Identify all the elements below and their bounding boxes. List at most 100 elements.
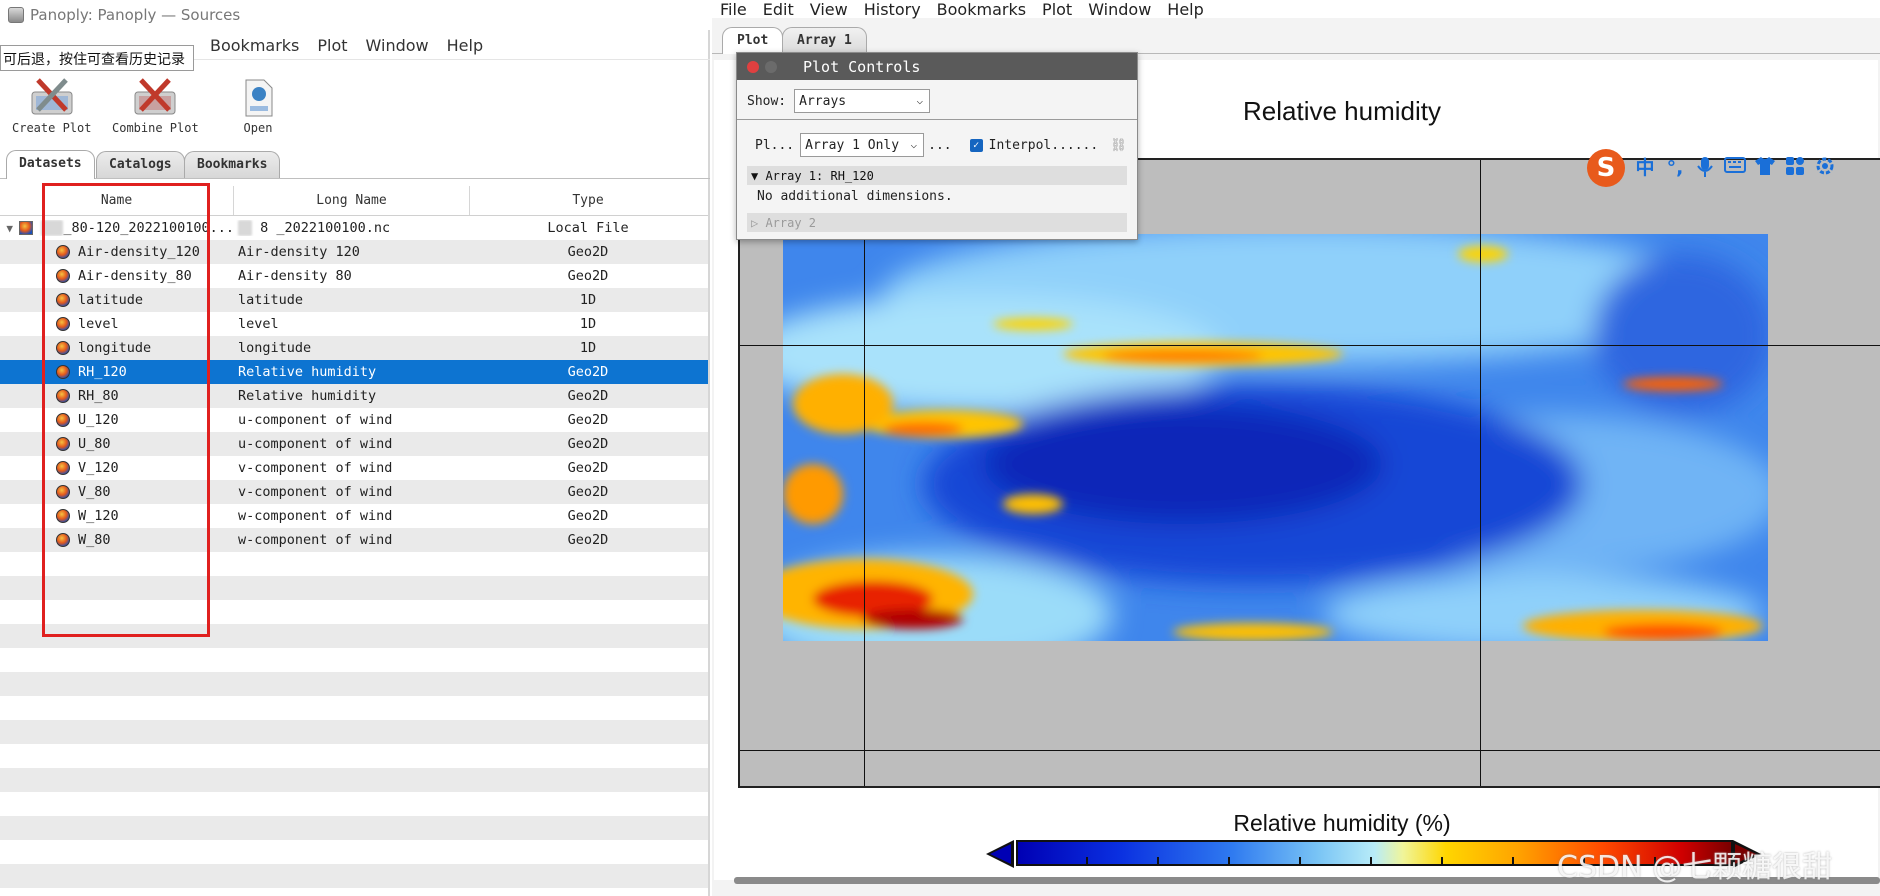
settings-icon[interactable]: [1813, 156, 1837, 180]
colorbar-tick: [1157, 857, 1159, 864]
plot-controls-titlebar[interactable]: Plot Controls: [737, 53, 1137, 80]
variable-long-name: w-component of wind: [238, 532, 393, 548]
punctuation-icon[interactable]: °,: [1663, 156, 1687, 180]
colorbar-tick: [1228, 857, 1230, 864]
window-title: Panoply: Panoply — Sources: [30, 6, 241, 24]
create-plot-button[interactable]: Create Plot: [12, 76, 91, 135]
interpolate-label: Interpol......: [988, 137, 1099, 153]
close-dot-icon[interactable]: [747, 60, 759, 73]
divider: [737, 119, 1137, 120]
array-2-section-header[interactable]: ▷ Array 2: [747, 213, 1127, 232]
plot-controls-dialog[interactable]: Plot Controls Show: Arrays ⌵ Pl... Array…: [736, 52, 1138, 240]
empty-row: [0, 720, 708, 744]
variable-type: Geo2D: [567, 388, 609, 404]
empty-row: [0, 696, 708, 720]
tab-bookmarks[interactable]: Bookmarks: [184, 151, 281, 178]
variable-long-name: Air-density 80: [238, 268, 352, 284]
empty-row: [0, 672, 708, 696]
menu-window[interactable]: Window: [366, 36, 429, 55]
gridline: [1480, 160, 1481, 786]
empty-row: [0, 816, 708, 840]
chevron-down-icon: ⌵: [916, 94, 924, 107]
menu-plot[interactable]: Plot: [1042, 0, 1072, 19]
variable-long-name: w-component of wind: [238, 508, 393, 524]
link-icon[interactable]: ⛓: [1110, 138, 1127, 153]
tab-plot[interactable]: Plot: [722, 27, 784, 54]
variable-type: 1D: [579, 292, 597, 308]
variable-type: Geo2D: [567, 460, 609, 476]
show-label: Show:: [747, 93, 787, 109]
combine-plot-button[interactable]: Combine Plot: [112, 76, 199, 135]
menu-bookmarks[interactable]: Bookmarks: [937, 0, 1026, 19]
combine-plot-label: Combine Plot: [112, 121, 199, 135]
colorbar-under-fill: [990, 844, 1011, 864]
chevron-down-icon: ⌵: [910, 138, 918, 151]
variable-long-name: u-component of wind: [238, 412, 393, 428]
sogou-logo-icon[interactable]: S: [1587, 149, 1625, 187]
watermark-text: CSDN @七颗糖很甜: [1557, 850, 1833, 885]
no-dimensions-text: No additional dimensions.: [757, 189, 953, 204]
array-1-section-header[interactable]: ▼ Array 1: RH_120: [747, 166, 1127, 185]
plot-array-dropdown[interactable]: Array 1 Only ⌵: [800, 133, 925, 157]
gridline: [864, 160, 865, 786]
collapse-icon[interactable]: ▼: [0, 222, 19, 235]
variable-type: Geo2D: [567, 268, 609, 284]
tab-catalogs[interactable]: Catalogs: [96, 151, 185, 178]
colorbar-tick: [1299, 857, 1301, 864]
colorbar-tick: [1370, 857, 1372, 864]
column-type[interactable]: Type: [470, 186, 706, 215]
show-dropdown[interactable]: Arrays ⌵: [794, 89, 931, 113]
create-plot-icon: [28, 76, 76, 120]
menu-help[interactable]: Help: [1167, 0, 1203, 19]
map-frame[interactable]: [738, 158, 1880, 788]
colorbar-tick: [1512, 857, 1514, 864]
apps-icon[interactable]: [1783, 156, 1807, 180]
variable-long-name: Relative humidity: [238, 364, 377, 380]
tab-array-1[interactable]: Array 1: [782, 27, 867, 54]
create-plot-label: Create Plot: [12, 121, 92, 135]
menu-file[interactable]: File: [720, 0, 747, 19]
more-ellipsis[interactable]: ...: [928, 138, 951, 153]
show-value: Arrays: [799, 93, 847, 109]
keyboard-icon[interactable]: [1723, 156, 1747, 180]
toolbar: Create Plot Combine Plot Open: [0, 72, 710, 142]
menu-history[interactable]: History: [864, 0, 921, 19]
variable-long-name: longitude: [238, 340, 312, 356]
menu-help[interactable]: Help: [447, 36, 483, 55]
chinese-mode-icon[interactable]: 中: [1633, 156, 1657, 180]
combine-plot-icon: [131, 76, 179, 120]
variable-type: Geo2D: [567, 244, 609, 260]
open-file-icon: [234, 76, 282, 120]
source-tabs: Datasets Catalogs Bookmarks: [0, 149, 710, 179]
menu-edit[interactable]: Edit: [763, 0, 794, 19]
shirt-icon[interactable]: [1753, 156, 1777, 180]
file-icon: [19, 221, 34, 235]
humidity-heatmap: [783, 234, 1768, 641]
variable-type: 1D: [579, 316, 597, 332]
column-long-name[interactable]: Long Name: [234, 186, 470, 215]
menu-plot[interactable]: Plot: [317, 36, 347, 55]
menu-view[interactable]: View: [810, 0, 848, 19]
right-menu-bar: File Edit View History Bookmarks Plot Wi…: [712, 0, 1880, 19]
gridline: [740, 750, 1880, 751]
mic-icon[interactable]: [1693, 156, 1717, 180]
plot-label: Pl...: [755, 137, 795, 153]
menu-window[interactable]: Window: [1088, 0, 1151, 19]
menu-bookmarks[interactable]: Bookmarks: [210, 36, 299, 55]
variable-long-name: v-component of wind: [238, 460, 393, 476]
tab-datasets[interactable]: Datasets: [6, 150, 95, 179]
plot-tabs: Plot Array 1: [712, 26, 1880, 54]
minimize-dot-icon[interactable]: [765, 60, 777, 73]
file-type: Local File: [547, 220, 629, 236]
file-long-name: 8 _2022100100.nc: [260, 220, 391, 236]
highlight-box: [42, 183, 210, 637]
variable-type: Geo2D: [567, 412, 609, 428]
variable-type: Geo2D: [567, 436, 609, 452]
open-button[interactable]: Open: [234, 76, 282, 135]
variable-long-name: latitude: [238, 292, 304, 308]
gridline: [740, 345, 1880, 346]
colorbar-title: Relative humidity (%): [1233, 810, 1451, 836]
redacted-prefix: xx: [238, 220, 252, 236]
panoply-sources-window: Panoply: Panoply — Sources Bookmarks Plo…: [0, 0, 710, 896]
interpolate-checkbox[interactable]: ✓: [969, 138, 983, 152]
